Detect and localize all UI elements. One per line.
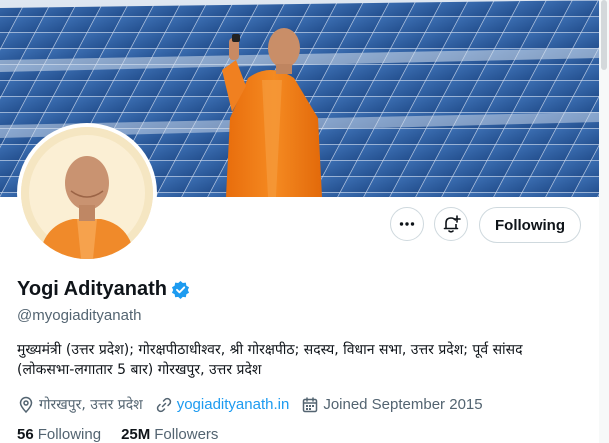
display-name: Yogi Adityanath xyxy=(17,278,167,300)
bio-line: (लोकसभा-लगातार 5 बार) गोरखपुर, उत्तर प्र… xyxy=(17,362,262,378)
calendar-icon xyxy=(303,396,318,412)
profile-bio: मुख्यमंत्री (उत्तर प्रदेश); गोरक्षपीठाधी… xyxy=(17,340,587,380)
notification-bell-button[interactable] xyxy=(434,207,468,241)
more-button[interactable] xyxy=(390,207,424,241)
location-text: गोरखपुर, उत्तर प्रदेश xyxy=(39,397,143,413)
profile-website: yogiadityanath.in xyxy=(155,396,290,414)
avatar-image xyxy=(21,127,153,259)
bio-line: मुख्यमंत्री (उत्तर प्रदेश); गोरक्षपीठाधी… xyxy=(17,342,523,358)
followers-label: Followers xyxy=(154,426,219,443)
profile-joined: Joined September 2015 xyxy=(301,396,483,414)
following-label: Following xyxy=(37,426,102,443)
profile-handle: @myogiadityanath xyxy=(17,307,142,324)
page-scrollbar[interactable] xyxy=(599,0,609,443)
following-count-link[interactable]: 56 Following xyxy=(17,426,101,443)
profile-name-row: Yogi Adityanath xyxy=(17,278,190,301)
notification-bell-icon xyxy=(443,215,461,233)
page-scrollbar-thumb[interactable] xyxy=(601,0,607,70)
more-icon xyxy=(399,222,415,226)
location-icon xyxy=(19,396,33,413)
profile-avatar[interactable] xyxy=(17,123,157,263)
followers-count-link[interactable]: 25M Followers xyxy=(121,426,218,443)
profile-location: गोरखपुर, उत्तर प्रदेश xyxy=(17,395,143,414)
follow-counts: 56 Following 25M Followers xyxy=(17,426,238,443)
joined-text: Joined September 2015 xyxy=(323,396,483,413)
following-count: 56 xyxy=(17,426,34,443)
profile-meta: गोरखपुर, उत्तर प्रदेश yogiadityanath.in … xyxy=(17,395,495,414)
website-link[interactable]: yogiadityanath.in xyxy=(177,396,290,413)
link-icon xyxy=(156,397,171,412)
following-button[interactable]: Following xyxy=(479,207,581,243)
verified-badge-icon[interactable] xyxy=(171,280,190,299)
followers-count: 25M xyxy=(121,426,151,443)
